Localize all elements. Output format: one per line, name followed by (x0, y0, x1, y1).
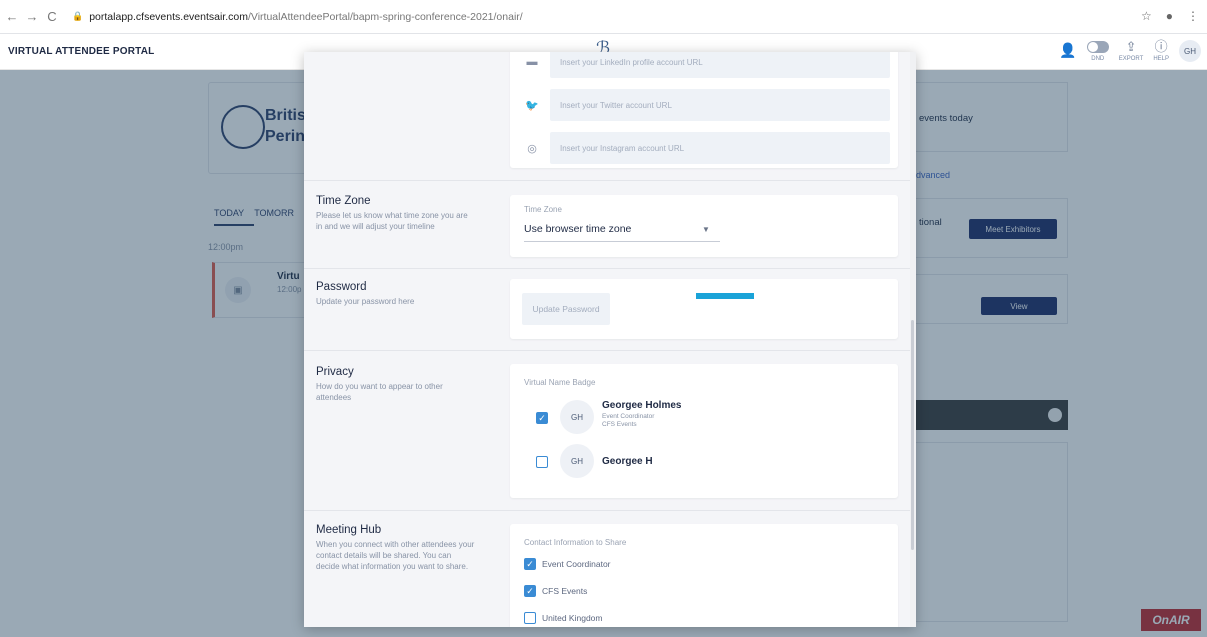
badge-org: CFS Events (602, 421, 637, 428)
lock-icon: 🔒 (72, 11, 84, 21)
privacy-description: How do you want to appear to other atten… (316, 382, 443, 402)
meeting-hub-heading: Meeting Hub (316, 524, 382, 536)
social-links-card: ▬ Insert your LinkedIn profile account U… (510, 52, 898, 168)
timezone-heading: Time Zone (316, 195, 371, 207)
back-icon[interactable]: ← (4, 9, 20, 24)
privacy-card: Virtual Name Badge ✓ GH Georgee Holmes E… (510, 364, 898, 498)
badge-option-1-checkbox[interactable]: ✓ (536, 412, 548, 424)
export-label: EXPORT (1118, 56, 1144, 62)
privacy-heading: Privacy (316, 366, 354, 378)
section-divider (304, 350, 910, 351)
share-item-label: CFS Events (542, 586, 588, 596)
menu-icon[interactable]: ⋮ (1187, 9, 1199, 23)
help-label: HELP (1153, 56, 1169, 62)
share-item-label: United Kingdom (542, 613, 603, 623)
linkedin-input[interactable]: Insert your LinkedIn profile account URL (550, 52, 890, 78)
help-button[interactable]: ⓘ HELP (1153, 38, 1169, 62)
badge-avatar: GH (560, 400, 594, 434)
badge-name: Georgee Holmes (602, 400, 682, 411)
section-divider (304, 268, 910, 269)
loading-bar (696, 293, 754, 299)
share-united-kingdom-checkbox[interactable] (524, 612, 536, 624)
badge-role: Event Coordinator (602, 413, 655, 420)
password-section: Password Update your password here (316, 281, 476, 307)
badge-option-2-checkbox[interactable] (536, 456, 548, 468)
timezone-card: Time Zone Use browser time zone ▼ (510, 195, 898, 257)
instagram-row: ◎ Insert your Instagram account URL (524, 132, 890, 164)
user-avatar[interactable]: GH (1179, 40, 1201, 62)
share-cfs-events-checkbox[interactable]: ✓ (524, 585, 536, 597)
profile-icon[interactable]: ● (1166, 9, 1173, 23)
star-icon[interactable]: ☆ (1141, 9, 1152, 23)
reload-icon[interactable]: C (44, 9, 60, 24)
share-item-label: Event Coordinator (542, 559, 611, 569)
timezone-select[interactable]: Use browser time zone (524, 223, 631, 235)
meeting-hub-description: When you connect with other attendees yo… (316, 540, 475, 571)
password-heading: Password (316, 281, 367, 293)
section-divider (304, 180, 910, 181)
toggle-icon (1086, 41, 1109, 53)
portal-title: VIRTUAL ATTENDEE PORTAL (8, 46, 155, 57)
badge-name: Georgee H (602, 456, 653, 467)
help-icon: ⓘ (1154, 39, 1168, 54)
modal-scrollbar[interactable] (910, 52, 916, 627)
meeting-hub-section: Meeting Hub When you connect with other … (316, 524, 476, 572)
url-host: portalapp.cfsevents.eventsair.com (89, 10, 248, 23)
twitter-icon: 🐦 (525, 99, 539, 112)
meeting-hub-card: Contact Information to Share ✓ Event Coo… (510, 524, 898, 627)
browser-toolbar: ← → C 🔒 portalapp.cfsevents.eventsair.co… (0, 0, 1207, 34)
name-badge-label: Virtual Name Badge (524, 378, 596, 387)
privacy-section: Privacy How do you want to appear to oth… (316, 366, 476, 403)
url-path: /VirtualAttendeePortal/bapm-spring-confe… (247, 10, 523, 23)
share-event-coordinator-checkbox[interactable]: ✓ (524, 558, 536, 570)
instagram-input[interactable]: Insert your Instagram account URL (550, 132, 890, 164)
export-button[interactable]: ⇪ EXPORT (1119, 38, 1144, 62)
forward-icon[interactable]: → (24, 9, 40, 24)
dnd-toggle[interactable]: DND (1086, 38, 1109, 62)
export-icon: ⇪ (1125, 39, 1137, 54)
section-divider (304, 510, 910, 511)
badge-avatar: GH (560, 444, 594, 478)
timezone-section: Time Zone Please let us know what time z… (316, 195, 476, 232)
timezone-field-label: Time Zone (524, 205, 562, 214)
scrollbar-thumb[interactable] (911, 320, 914, 550)
address-bar[interactable]: 🔒 portalapp.cfsevents.eventsair.com /Vir… (72, 11, 523, 23)
dnd-label: DND (1091, 56, 1105, 62)
timezone-description: Please let us know what time zone you ar… (316, 211, 468, 231)
update-password-button[interactable]: Update Password (522, 293, 610, 325)
instagram-icon: ◎ (527, 142, 537, 155)
twitter-row: 🐦 Insert your Twitter account URL (524, 89, 890, 121)
person-icon[interactable]: 👤 (1059, 42, 1076, 59)
select-underline (524, 241, 720, 242)
chevron-down-icon[interactable]: ▼ (702, 225, 710, 234)
password-card: Update Password (510, 279, 898, 339)
linkedin-icon: ▬ (526, 56, 538, 68)
linkedin-row: ▬ Insert your LinkedIn profile account U… (524, 52, 890, 78)
twitter-input[interactable]: Insert your Twitter account URL (550, 89, 890, 121)
contact-share-label: Contact Information to Share (524, 538, 627, 547)
password-description: Update your password here (316, 297, 415, 306)
settings-modal: ▬ Insert your LinkedIn profile account U… (304, 52, 916, 627)
